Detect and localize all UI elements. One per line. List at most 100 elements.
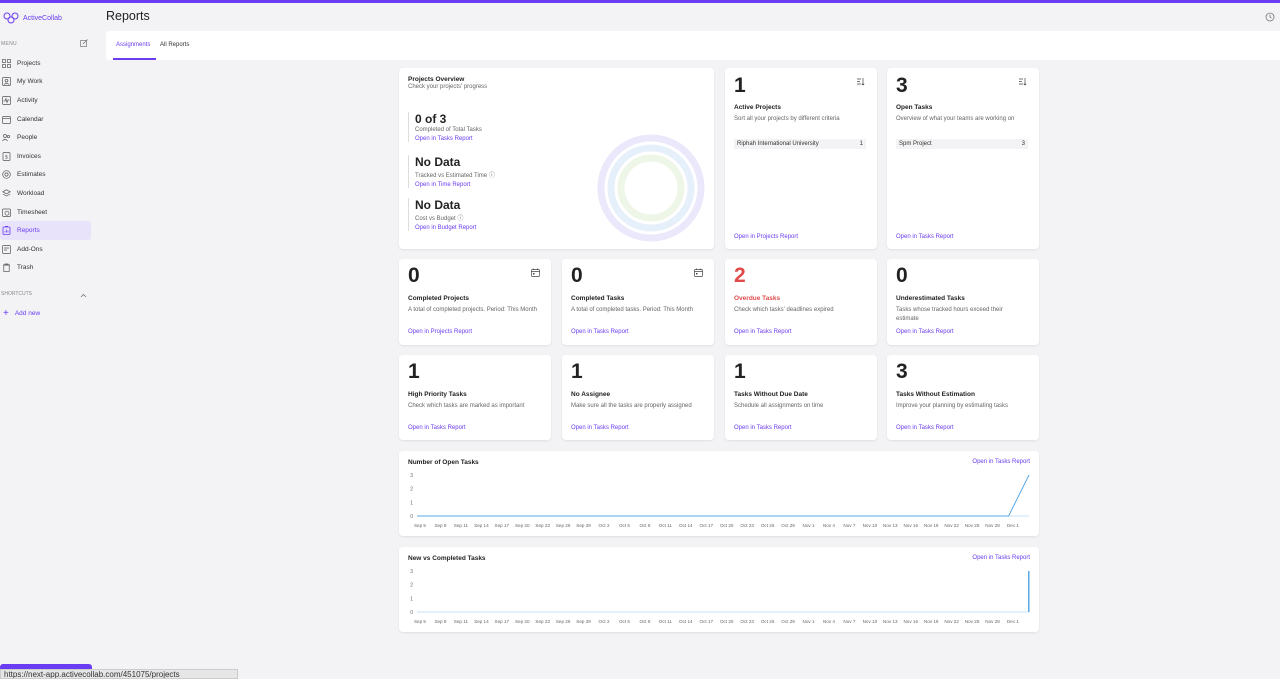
card-description: Improve your planning by estimating task… [896,403,1009,409]
x-tick-label: Sep 5 [414,523,426,528]
new-vs-completed-chart-card: New vs Completed Tasks Open in Tasks Rep… [399,547,1039,632]
x-tick-label: Oct 5 [619,619,630,624]
project-name: Riphah International University [737,141,819,147]
open-tasks-report-link[interactable]: Open in Tasks Report [408,425,466,431]
card-description: Sort all your projects by different crit… [734,116,840,122]
tab-assignments[interactable]: Assignments [116,42,150,48]
sidebar-item-workload[interactable]: Workload [0,184,96,203]
x-tick-label: Sep 23 [535,619,550,624]
open-tasks-report-link[interactable]: Open in Tasks Report [415,136,482,142]
x-tick-label: Oct 23 [740,619,754,624]
x-tick-label: Nov 16 [903,523,918,528]
card-title: Active Projects [734,104,781,111]
open-tasks-report-link[interactable]: Open in Tasks Report [571,425,629,431]
calendar-icon[interactable] [694,268,703,277]
x-tick-label: Oct 29 [781,619,795,624]
x-tick-label: Sep 14 [474,523,489,528]
sidebar-item-estimates[interactable]: Estimates [0,166,96,185]
open-budget-report-link[interactable]: Open in Budget Report [415,225,476,231]
new-tasks-bar [1028,571,1030,612]
card-value: 2 [734,264,746,287]
card-title: Tasks Without Estimation [896,391,975,398]
x-tick-label: Sep 17 [495,523,510,528]
menu-label: MENU [1,41,17,47]
sidebar-item-trash[interactable]: Trash [0,259,96,278]
sidebar-item-my-work[interactable]: My Work [0,73,96,92]
tab-all-reports[interactable]: All Reports [160,42,189,48]
timer-icon[interactable] [1265,12,1275,22]
open-tasks-report-link[interactable]: Open in Tasks Report [896,234,954,240]
x-tick-label: Oct 14 [679,523,693,528]
edit-menu-icon[interactable] [80,39,88,47]
x-tick-label: Oct 20 [720,523,734,528]
sidebar-item-reports[interactable]: Reports [0,221,91,240]
reports-tabs-bar: Assignments All Reports [106,31,1280,60]
sidebar-item-timesheet[interactable]: Timesheet [0,203,96,222]
chevron-up-icon[interactable] [80,293,87,298]
info-icon[interactable]: ⓘ [489,173,495,179]
card-title: Completed Tasks [571,295,625,302]
open-projects-report-link[interactable]: Open in Projects Report [408,329,472,335]
sidebar-item-label: Estimates [17,171,46,179]
sidebar-item-projects[interactable]: Projects [0,54,96,73]
open-tasks-report-link[interactable]: Open in Tasks Report [896,425,954,431]
x-tick-label: Nov 16 [903,619,918,624]
no-assignee-card: 1 No Assignee Make sure all the tasks ar… [562,355,714,440]
card-value: 3 [896,360,908,383]
open-tasks-card: 3 Open Tasks Overview of what your teams… [887,68,1039,249]
sidebar-item-label: People [17,134,38,142]
calendar-icon[interactable] [531,268,540,277]
sidebar-item-invoices[interactable]: $ Invoices [0,147,96,166]
calendar-icon [2,115,11,124]
x-tick-label: Oct 14 [679,619,693,624]
open-tasks-report-link[interactable]: Open in Tasks Report [571,329,629,335]
stat-label: Cost vs Budget ⓘ [415,216,464,222]
estimate-icon [2,170,11,180]
project-count: 3 [1021,141,1025,147]
add-new-shortcut-button[interactable]: + Add new [3,308,40,319]
sort-filter-icon[interactable] [1018,77,1027,86]
open-tasks-report-link[interactable]: Open in Tasks Report [734,329,792,335]
x-tick-label: Sep 8 [434,619,446,624]
grid-icon [2,58,11,68]
x-tick-label: Sep 29 [576,523,591,528]
stat-label: Completed of Total Tasks [415,127,482,133]
trash-icon [3,263,10,273]
open-time-report-link[interactable]: Open in Time Report [415,182,495,188]
project-row[interactable]: Riphah International University 1 [734,139,866,149]
stat-label: Tracked vs Estimated Time ⓘ [415,173,495,179]
sidebar-item-activity[interactable]: Activity [0,91,96,110]
x-tick-label: Oct 26 [761,523,775,528]
sidebar-item-add-ons[interactable]: Add-Ons [0,240,96,259]
card-subtitle: Check your projects' progress [408,84,488,90]
x-tick-label: Oct 20 [720,619,734,624]
x-tick-label: Nov 4 [823,619,835,624]
sidebar-item-label: Invoices [17,152,41,160]
x-tick-label: Oct 8 [639,619,650,624]
invoice-icon: $ [2,151,11,161]
x-tick-label: Sep 11 [454,523,469,528]
x-tick-label: Dec 1 [1007,523,1019,528]
open-projects-report-link[interactable]: Open in Projects Report [734,234,798,240]
open-tasks-report-link[interactable]: Open in Tasks Report [896,329,954,335]
brand-logo[interactable]: ActiveCollab [3,12,62,24]
y-tick-label: 3 [410,473,413,479]
card-title: High Priority Tasks [408,391,467,398]
x-tick-label: Oct 2 [599,523,610,528]
card-value: 1 [734,360,746,383]
sidebar-item-calendar[interactable]: Calendar [0,110,96,129]
tasks-without-due-date-card: 1 Tasks Without Due Date Schedule all as… [725,355,877,440]
progress-rings-chart [597,134,705,242]
sort-filter-icon[interactable] [856,77,865,86]
project-row[interactable]: Spm Project 3 [896,139,1028,149]
shortcuts-label: SHORTCUTS [1,291,33,297]
sidebar-item-people[interactable]: People [0,128,96,147]
tasks-without-estimation-card: 3 Tasks Without Estimation Improve your … [887,355,1039,440]
x-tick-label: Sep 11 [454,619,469,624]
info-icon[interactable]: ⓘ [457,216,463,222]
card-title: Overdue Tasks [734,295,781,302]
open-tasks-report-link[interactable]: Open in Tasks Report [734,425,792,431]
top-accent-bar [0,0,1280,3]
x-tick-label: Oct 11 [659,619,673,624]
y-tick-label: 0 [410,514,413,520]
